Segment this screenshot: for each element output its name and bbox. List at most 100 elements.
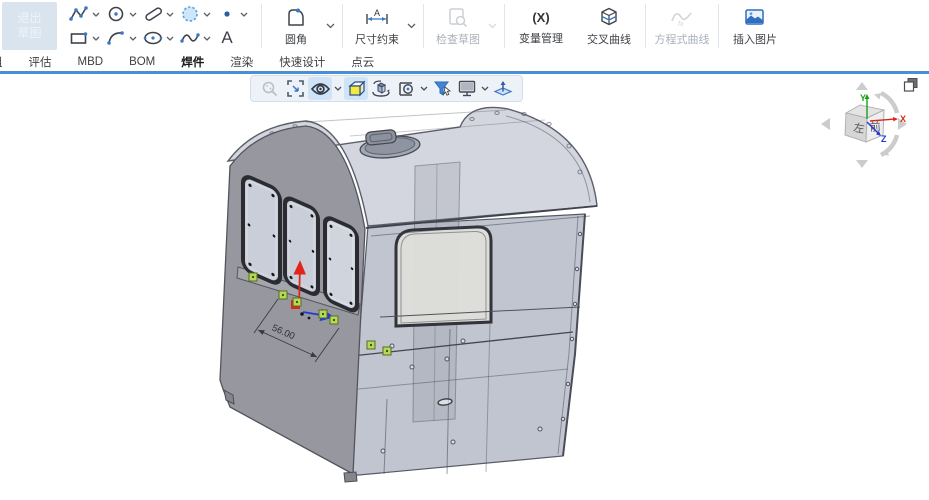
fillet-button[interactable]: 圆角 [264,0,340,52]
ribbon-tabbar: 组 评估 MBD BOM 焊件 渲染 快速设计 点云 [0,52,929,71]
rotate-down-arrow[interactable] [856,160,868,168]
rotate-view-icon [370,79,392,99]
equation-curve-label: 方程式曲线 [655,31,710,47]
point-icon[interactable] [216,3,238,25]
visibility-button[interactable] [308,77,332,100]
circle-tool[interactable] [105,3,142,25]
tab-evaluate[interactable]: 评估 [29,54,52,70]
fillet-label: 圆角 [285,31,307,47]
ribbon-separator [504,4,505,48]
variable-manager-label: 变量管理 [519,30,563,46]
dimension-icon: A [364,6,390,30]
arc-tool[interactable] [105,27,142,49]
axis-y-label: Y [860,93,866,103]
chevron-down-icon[interactable] [324,23,336,29]
viewport-canvas[interactable]: 56.00 [0,74,929,500]
tab-point-cloud[interactable]: 点云 [351,54,374,70]
equation-curve-icon: fx [669,6,695,30]
chevron-down-icon[interactable] [164,36,176,41]
tab-partial[interactable]: 组 [0,54,3,70]
chevron-down-icon[interactable] [480,86,490,91]
tab-render[interactable]: 渲染 [230,54,253,70]
cross-curve-button[interactable]: 交叉曲线 [575,0,643,52]
dimension-constraint-button[interactable]: A 尺寸约束 [345,0,421,52]
insert-image-label: 插入图片 [733,31,777,47]
tab-weldment[interactable]: 焊件 [181,54,204,70]
polyline-icon[interactable] [68,3,90,25]
axis-z-label: Z [881,134,887,144]
display-mode-button[interactable] [455,77,479,100]
shaded-cube-icon [346,79,366,99]
rotate-view-button[interactable] [369,77,393,100]
spline-tool[interactable] [179,27,216,49]
variable-manager-button[interactable]: (X) 变量管理 [507,0,575,52]
sketch-tools-row-1 [68,3,253,25]
chevron-down-icon[interactable] [164,12,176,17]
check-sketch-icon [446,6,470,30]
text-tool-icon[interactable]: A [216,27,238,49]
chevron-down-icon[interactable] [127,36,139,41]
polyline-tool[interactable] [68,3,105,25]
zoom-fit-button[interactable] [283,77,307,100]
view-plane-button[interactable] [491,77,515,100]
spline-icon[interactable] [179,27,201,49]
sketch-tools-row-2: A [68,27,253,49]
chevron-down-icon[interactable] [90,36,102,41]
selection-filter-button[interactable] [430,77,454,100]
insert-image-button[interactable]: 插入图片 [721,0,789,52]
ellipse-icon[interactable] [142,27,164,49]
ribbon: 退出草图 [0,0,929,52]
fillet-icon [284,6,308,30]
ellipse-tool[interactable] [142,27,179,49]
view-toolbar [250,75,523,102]
ribbon-separator [645,4,646,48]
svg-text:A: A [374,8,380,18]
chevron-down-icon[interactable] [90,12,102,17]
view-cube[interactable]: 左 前 Y X Z [815,79,925,174]
zoom-button [258,77,282,100]
point-tool[interactable] [216,3,253,25]
check-sketch-button: 检查草图 [426,0,502,52]
line-tool[interactable] [142,3,179,25]
rotate-up-arrow[interactable] [856,82,868,90]
tab-quick-design[interactable]: 快速设计 [279,54,325,70]
chevron-down-icon[interactable] [201,36,213,41]
dimension-constraint-label: 尺寸约束 [355,31,399,47]
section-view-button[interactable] [394,77,418,100]
ribbon-separator [718,4,719,48]
svg-text:fx: fx [678,21,684,28]
cross-curve-cube-icon [597,6,621,30]
tab-mbd[interactable]: MBD [78,56,104,68]
rectangle-icon[interactable] [68,27,90,49]
cad-model-cab[interactable]: 56.00 [0,74,929,500]
text-tool[interactable]: A [216,27,253,49]
exit-sketch-button[interactable]: 退出草图 [2,2,57,50]
dashed-circle-tool[interactable] [179,3,216,25]
circle-icon[interactable] [105,3,127,25]
ribbon-separator [423,4,424,48]
chevron-down-icon[interactable] [333,86,343,91]
monitor-icon [457,79,477,98]
check-sketch-label: 检查草图 [436,31,480,47]
chevron-down-icon[interactable] [405,23,417,29]
chevron-down-icon[interactable] [238,12,250,17]
chevron-down-icon[interactable] [127,12,139,17]
rectangle-tool[interactable] [68,27,105,49]
cube-left-label[interactable]: 左 [852,121,865,136]
app-window: 退出草图 [0,0,929,500]
rotate-left-arrow[interactable] [821,118,830,130]
section-view-icon [396,80,416,98]
variable-x-icon: (X) [532,7,549,29]
tab-bom[interactable]: BOM [129,56,155,68]
view-cube-body[interactable]: 左 前 [845,105,884,142]
sketch-tools-group: A [60,0,259,52]
arc-icon[interactable] [105,27,127,49]
ribbon-separator [342,4,343,48]
insert-image-icon [743,6,767,30]
chevron-down-icon[interactable] [419,86,429,91]
chevron-down-icon[interactable] [201,12,213,17]
dashed-circle-icon[interactable] [179,3,201,25]
shaded-display-button[interactable] [344,77,368,100]
cross-curve-label: 交叉曲线 [587,31,631,47]
line-icon[interactable] [142,3,164,25]
